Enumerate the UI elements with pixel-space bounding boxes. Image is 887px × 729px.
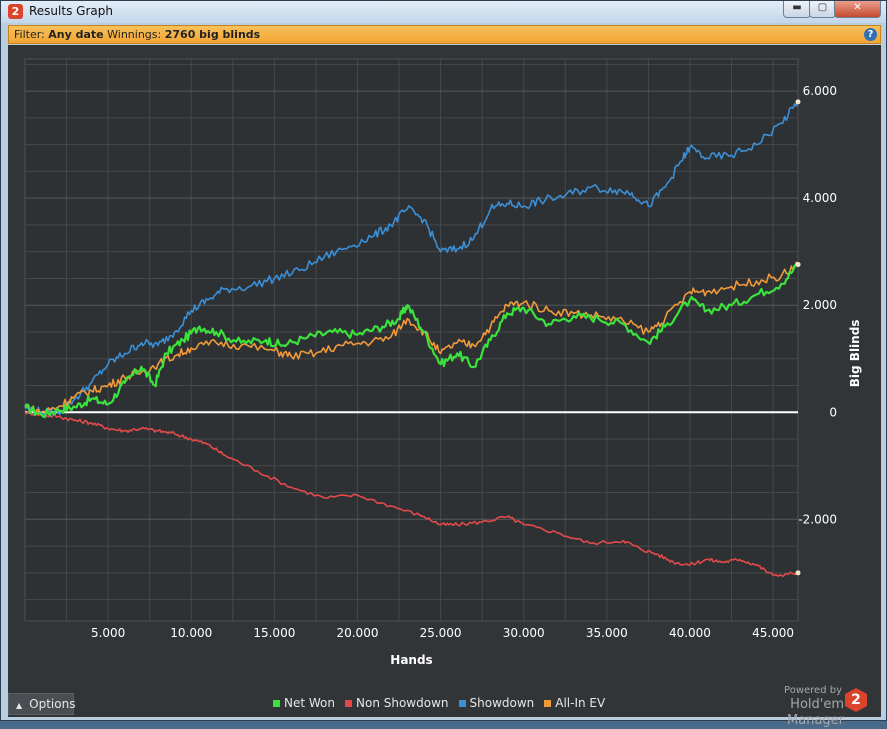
graph-panel: 5.000 10.000 15.000 20.000 25.000 30.000 35.00… — [8, 45, 881, 717]
legend-item-net-won[interactable]: Net Won — [273, 694, 335, 712]
x-tick-label: 10.000 — [170, 626, 212, 640]
options-arrow-icon: ▲ — [16, 701, 23, 710]
branding: Powered by Hold'em Manager — [744, 685, 844, 729]
brand-name: Hold'em Manager — [787, 697, 844, 728]
filter-value[interactable]: Any date — [48, 28, 103, 41]
legend-swatch-net-won — [273, 699, 280, 707]
help-icon[interactable]: ? — [864, 28, 877, 41]
minimize-button[interactable]: ▬ — [783, 1, 811, 18]
legend-item-non-showdown[interactable]: Non Showdown — [345, 694, 449, 712]
x-tick-label: 35.000 — [586, 626, 628, 640]
filter-bar: Filter: Any date Winnings: 2760 big blin… — [8, 25, 881, 44]
x-tick-label: 20.000 — [336, 626, 378, 640]
close-button[interactable]: ✕ — [834, 1, 881, 18]
legend-swatch-non-showdown — [345, 699, 352, 707]
window-title: Results Graph — [29, 4, 113, 18]
legend-item-all-in-ev[interactable]: All-In EV — [544, 694, 605, 712]
powered-by-text: Powered by — [784, 685, 842, 696]
x-tick-label: 40.000 — [669, 626, 711, 640]
x-axis-title: Hands — [390, 653, 432, 667]
y-tick-label: 2.000 — [803, 298, 837, 312]
legend-label-showdown: Showdown — [469, 696, 535, 710]
results-chart: 5.000 10.000 15.000 20.000 25.000 30.000 35.00… — [24, 58, 862, 667]
results-graph-window: 2 Results Graph ▬ ▢ ✕ Filter: Any date W… — [0, 0, 887, 728]
y-tick-label: 4.000 — [803, 191, 837, 205]
winnings-value: 2760 big blinds — [164, 28, 261, 41]
series-non-showdown-end-marker — [795, 570, 801, 576]
x-tick-label: 25.000 — [420, 626, 462, 640]
legend-item-showdown[interactable]: Showdown — [458, 694, 535, 712]
y-tick-label: -2.000 — [798, 512, 837, 526]
winnings-label: Winnings: — [107, 28, 162, 41]
y-tick-label: 0 — [829, 405, 837, 419]
legend-label-all-in-ev: All-In EV — [555, 696, 606, 710]
legend-label-non-showdown: Non Showdown — [356, 696, 449, 710]
y-axis-title: Big Blinds — [848, 320, 862, 388]
x-tick-label: 15.000 — [253, 626, 295, 640]
series-showdown-end-marker — [795, 99, 801, 105]
series-net-won-end-marker — [795, 262, 801, 268]
legend-swatch-showdown — [458, 699, 466, 707]
x-tick-label: 30.000 — [503, 626, 545, 640]
filter-label: Filter: — [14, 28, 45, 41]
legend-label-net-won: Net Won — [284, 696, 335, 710]
title-bar[interactable]: 2 Results Graph ▬ ▢ ✕ — [1, 1, 886, 23]
x-tick-label: 45.000 — [752, 626, 794, 640]
options-label: Options — [29, 697, 76, 711]
chart-legend: Net Won Non Showdown Showdown All-In EV — [273, 694, 605, 712]
legend-swatch-all-in-ev — [544, 699, 552, 707]
plot-area — [24, 58, 799, 622]
x-tick-label: 5.000 — [91, 626, 125, 640]
y-tick-label: 6.000 — [803, 84, 837, 98]
app-logo-icon: 2 — [8, 4, 23, 19]
maximize-button[interactable]: ▢ — [809, 1, 836, 18]
options-button[interactable]: ▲ Options — [8, 693, 76, 715]
